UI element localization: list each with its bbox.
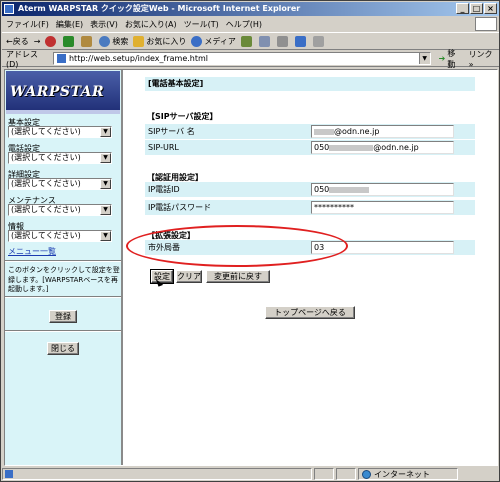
revert-button[interactable]: 変更前に戻す (206, 270, 270, 283)
sidebar-divider (5, 296, 121, 298)
redacted-text (329, 144, 374, 151)
status-lock (336, 468, 356, 480)
select-phone[interactable]: (選択してください) ▼ (8, 152, 112, 164)
stop-icon (45, 35, 57, 47)
warpstar-logo: WARPSTAR (6, 71, 120, 114)
row-ip-phone-id: IP電話ID 050 (145, 182, 475, 197)
highlight-annotation (126, 225, 348, 267)
sip-server-input[interactable]: @odn.ne.jp (311, 125, 454, 138)
discuss-button[interactable] (312, 35, 326, 47)
select-advanced[interactable]: (選択してください) ▼ (8, 178, 112, 190)
chevron-down-icon[interactable]: ▼ (100, 179, 111, 189)
redacted-text (314, 128, 334, 135)
stop-button[interactable] (45, 35, 58, 47)
menu-bar: ファイル(F) 編集(E) 表示(V) お気に入り(A) ツール(T) ヘルプ(… (2, 17, 499, 31)
toolbar: ←戻る → 検索 お気に入り メディア (2, 32, 499, 50)
home-icon (81, 35, 93, 47)
history-button[interactable] (240, 35, 254, 47)
row-sip-url: SIP-URL 050 @odn.ne.jp (145, 140, 475, 155)
edit-icon (294, 35, 306, 47)
status-progress (314, 468, 334, 480)
windows-logo-icon (475, 17, 497, 31)
forward-button[interactable]: → (34, 37, 41, 46)
links-button[interactable]: リンク » (469, 49, 499, 69)
favorites-icon (133, 35, 145, 47)
sidebar-frame: WARPSTAR 基本設定 (選択してください) ▼ 電話設定 (選択してください… (5, 70, 123, 465)
status-text (2, 468, 312, 480)
go-button[interactable]: ➔ 移動 (439, 48, 463, 70)
menu-file[interactable]: ファイル(F) (6, 19, 49, 30)
refresh-icon (63, 35, 75, 47)
select-maintenance[interactable]: (選択してください) ▼ (8, 204, 112, 216)
sip-url-input[interactable]: 050 @odn.ne.jp (311, 141, 454, 154)
media-icon (191, 35, 203, 47)
help-text: このボタンをクリックして設定を登録します。[WARPSTARベースを再起動します… (8, 266, 120, 293)
mail-icon (258, 35, 270, 47)
chevron-down-icon[interactable]: ▼ (100, 127, 111, 137)
ip-phone-password-label: IP電話パスワード (148, 203, 212, 212)
address-url: http://web.setup/index_frame.html (68, 54, 209, 63)
maximize-button[interactable]: □ (470, 3, 483, 14)
status-zone: インターネット (358, 468, 458, 480)
discuss-icon (312, 35, 324, 47)
mail-button[interactable] (258, 35, 272, 47)
top-page-button[interactable]: トップページへ戻る (265, 306, 355, 319)
status-bar: インターネット (2, 467, 499, 481)
window-title: Aterm WARPSTAR クイック設定Web - Microsoft Int… (18, 4, 301, 13)
redacted-text (329, 186, 370, 193)
sidebar-divider (5, 260, 121, 262)
menu-edit[interactable]: 編集(E) (56, 19, 83, 30)
address-input[interactable]: http://web.setup/index_frame.html ▼ (52, 52, 431, 65)
sip-url-label: SIP-URL (148, 143, 179, 152)
address-bar: アドレス(D) http://web.setup/index_frame.htm… (2, 48, 499, 70)
chevron-down-icon[interactable]: ▼ (418, 53, 430, 64)
menu-list-link[interactable]: メニュー一覧 (8, 246, 56, 257)
minimize-button[interactable]: _ (456, 3, 469, 14)
media-button[interactable]: メディア (191, 35, 236, 47)
section-sip: 【SIPサーバ設定】 (147, 112, 218, 121)
menu-tools[interactable]: ツール(T) (184, 19, 219, 30)
search-button[interactable]: 検索 (99, 35, 128, 47)
edit-button[interactable] (294, 35, 308, 47)
ip-phone-password-input[interactable]: ********** (311, 201, 454, 214)
page-content: WARPSTAR 基本設定 (選択してください) ▼ 電話設定 (選択してください… (4, 69, 498, 466)
go-arrow-icon: ➔ (438, 54, 446, 63)
chevron-down-icon[interactable]: ▼ (100, 153, 111, 163)
row-ip-phone-password: IP電話パスワード ********** (145, 200, 475, 215)
select-info[interactable]: (選択してください) ▼ (8, 230, 112, 242)
address-label: アドレス(D) (6, 49, 38, 69)
clear-button[interactable]: クリア (176, 270, 202, 283)
menu-view[interactable]: 表示(V) (90, 19, 118, 30)
history-icon (240, 35, 252, 47)
chevron-down-icon[interactable]: ▼ (100, 231, 111, 241)
main-frame: [電話基本設定] 【SIPサーバ設定】 SIPサーバ 名 @odn.ne.jp … (125, 70, 497, 465)
title-bar: Aterm WARPSTAR クイック設定Web - Microsoft Int… (2, 2, 499, 16)
ip-phone-id-input[interactable]: 050 (311, 183, 454, 196)
ip-phone-id-label: IP電話ID (148, 185, 180, 194)
menu-favorites[interactable]: お気に入り(A) (125, 19, 177, 30)
register-button[interactable]: 登録 (49, 310, 77, 323)
home-button[interactable] (81, 35, 94, 47)
browser-window: Aterm WARPSTAR クイック設定Web - Microsoft Int… (0, 0, 500, 482)
select-basic[interactable]: (選択してください) ▼ (8, 126, 112, 138)
close-page-button[interactable]: 閉じる (47, 342, 79, 355)
print-icon (276, 35, 288, 47)
refresh-button[interactable] (63, 35, 76, 47)
back-button[interactable]: ←戻る (6, 36, 29, 47)
chevron-down-icon[interactable]: ▼ (100, 205, 111, 215)
window-controls: _ □ × (456, 3, 497, 14)
sip-server-label: SIPサーバ 名 (148, 127, 195, 136)
row-sip-server: SIPサーバ 名 @odn.ne.jp (145, 124, 475, 139)
page-icon (5, 470, 13, 478)
close-button[interactable]: × (484, 3, 497, 14)
ie-icon (4, 4, 14, 14)
internet-globe-icon (362, 469, 371, 479)
search-icon (99, 35, 111, 47)
favorites-button[interactable]: お気に入り (133, 35, 186, 47)
page-icon (56, 54, 66, 63)
page-title: [電話基本設定] (145, 77, 475, 91)
menu-help[interactable]: ヘルプ(H) (226, 19, 262, 30)
sidebar-divider (5, 330, 121, 332)
print-button[interactable] (276, 35, 290, 47)
